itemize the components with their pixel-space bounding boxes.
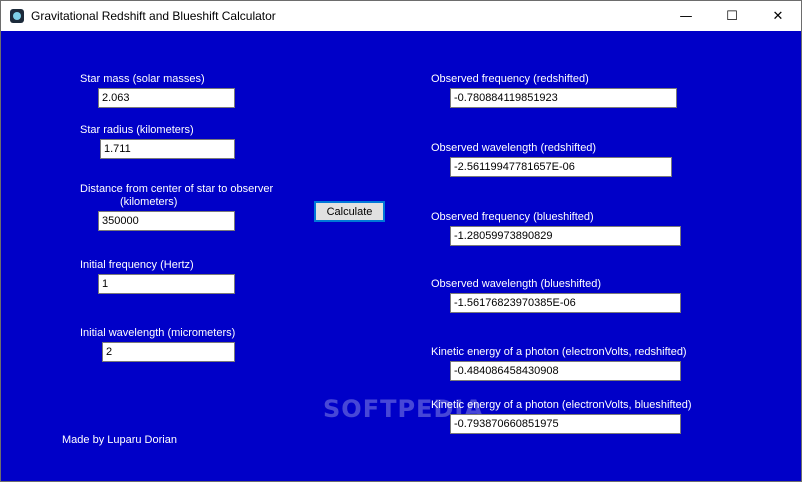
wave-blue-output[interactable]: -1.56176823970385E-06: [450, 293, 681, 313]
calculate-button[interactable]: Calculate: [314, 201, 385, 222]
app-icon: [10, 9, 24, 23]
app-window: Gravitational Redshift and Blueshift Cal…: [0, 0, 802, 482]
star-radius-input[interactable]: 1.711: [100, 139, 235, 159]
freq-blue-output[interactable]: -1.28059973890829: [450, 226, 681, 246]
freq-blue-label: Observed frequency (blueshifted): [431, 211, 594, 223]
form-area: Star mass (solar masses) 2.063 Star radi…: [1, 31, 801, 481]
star-mass-input[interactable]: 2.063: [98, 88, 235, 108]
credit-label: Made by Luparu Dorian: [62, 434, 177, 446]
initial-wavelength-label: Initial wavelength (micrometers): [80, 327, 236, 339]
star-radius-label: Star radius (kilometers): [80, 124, 194, 136]
initial-frequency-label: Initial frequency (Hertz): [80, 259, 194, 271]
distance-label-unit: (kilometers): [120, 196, 178, 208]
close-icon[interactable]: ✕: [755, 1, 801, 31]
title-bar[interactable]: Gravitational Redshift and Blueshift Cal…: [1, 1, 801, 31]
distance-input[interactable]: 350000: [98, 211, 235, 231]
minimize-icon[interactable]: —: [663, 1, 709, 31]
maximize-icon[interactable]: ☐: [709, 1, 755, 31]
window-title: Gravitational Redshift and Blueshift Cal…: [31, 9, 276, 23]
wave-red-label: Observed wavelength (redshifted): [431, 142, 597, 154]
initial-frequency-input[interactable]: 1: [98, 274, 235, 294]
distance-label: Distance from center of star to observer: [80, 183, 274, 195]
freq-red-label: Observed frequency (redshifted): [431, 73, 589, 85]
wave-blue-label: Observed wavelength (blueshifted): [431, 278, 601, 290]
initial-wavelength-input[interactable]: 2: [102, 342, 235, 362]
ke-red-output[interactable]: -0.484086458430908: [450, 361, 681, 381]
ke-blue-output[interactable]: -0.793870660851975: [450, 414, 681, 434]
ke-red-label: Kinetic energy of a photon (electronVolt…: [431, 346, 687, 358]
freq-red-output[interactable]: -0.780884119851923: [450, 88, 677, 108]
wave-red-output[interactable]: -2.56119947781657E-06: [450, 157, 672, 177]
ke-blue-label: Kinetic energy of a photon (electronVolt…: [431, 399, 692, 411]
star-mass-label: Star mass (solar masses): [80, 73, 205, 85]
